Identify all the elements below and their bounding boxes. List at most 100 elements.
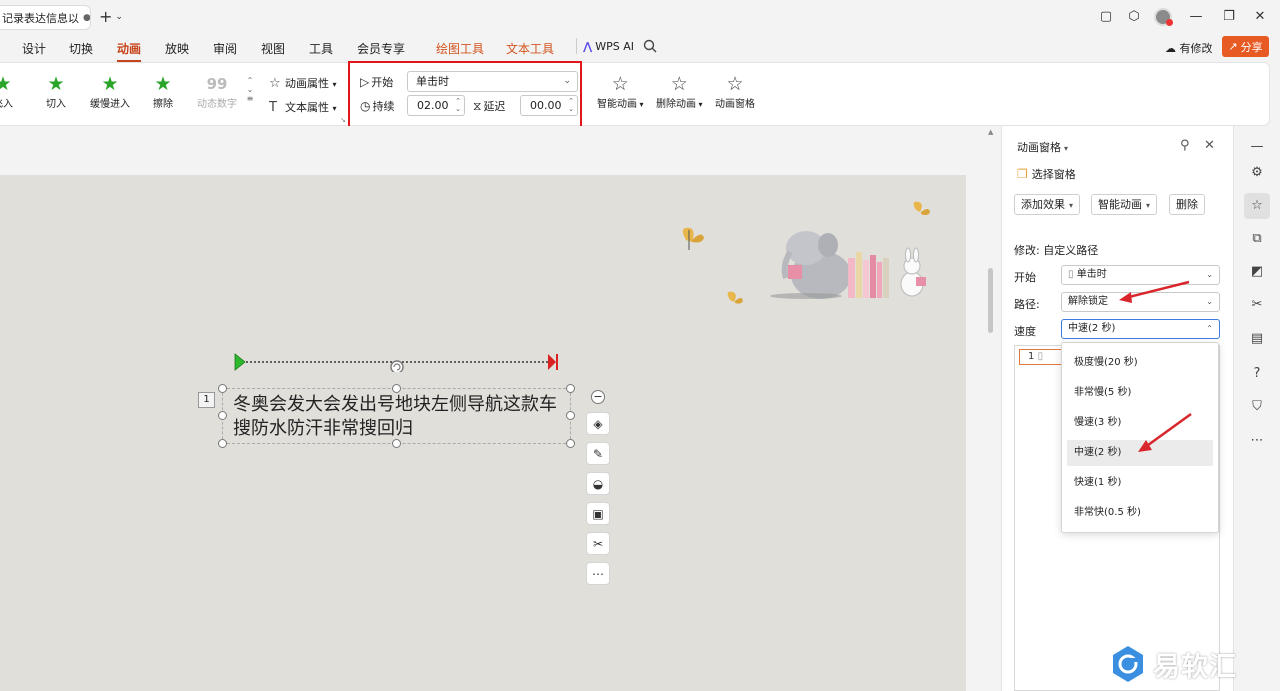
restore-icon[interactable]: ❐ [1220, 8, 1238, 26]
star-outline-icon: ☆ [269, 76, 281, 91]
animation-order-badge[interactable]: 1 [198, 392, 215, 408]
pane-smart-animation-button[interactable]: 智能动画 ▾ [1091, 194, 1158, 215]
resize-handle[interactable] [218, 439, 227, 448]
document-tab[interactable]: 记录表达信息以 ● [0, 5, 91, 30]
menu-text-tools[interactable]: 文本工具 [506, 40, 554, 57]
menu-review[interactable]: 审阅 [213, 40, 237, 57]
menu-transition[interactable]: 切换 [69, 40, 93, 57]
gallery-scroll[interactable]: ⌃ ⌄ ≡ [245, 76, 255, 103]
tools-icon[interactable]: ✂ [586, 532, 610, 555]
effect-fly-in[interactable]: ★ 飞入 [0, 73, 28, 110]
animation-pane-button[interactable]: ☆ 动画窗格 [715, 73, 755, 110]
menu-slideshow[interactable]: 放映 [165, 40, 189, 57]
pane-start-value: 单击时 [1076, 269, 1107, 280]
frame-icon[interactable]: ▣ [586, 502, 610, 525]
resize-handle[interactable] [392, 439, 401, 448]
dialog-launcher-icon[interactable]: ↘ [340, 116, 346, 124]
close-icon[interactable]: ✕ [1204, 138, 1215, 153]
search-icon[interactable] [643, 39, 657, 53]
effect-cut-in[interactable]: ★ 切入 [31, 73, 81, 110]
star-animation-icon[interactable]: ☆ [1244, 193, 1270, 219]
list-item[interactable]: 1 ▯ [1019, 349, 1063, 365]
chevron-down-icon[interactable]: ⌄ [245, 85, 255, 94]
pane-start-label: 开始 [1014, 271, 1036, 284]
cube-icon[interactable]: ⬡ [1125, 8, 1143, 26]
add-effect-button[interactable]: 添加效果 ▾ [1014, 194, 1081, 215]
effect-dynamic-number[interactable]: 99 动态数字 [192, 73, 242, 110]
effect-wipe[interactable]: ★ 擦除 [138, 73, 188, 110]
more-icon[interactable]: ⋯ [1244, 428, 1270, 454]
ribbon: ★ 飞入 ★ 切入 ★ 缓慢进入 ★ 擦除 99 动态数字 ⌃⌄≡ ☆ 动画属性 ▾ T 文本… [0, 62, 1270, 126]
animation-properties-button[interactable]: ☆ 动画属性 ▾ [269, 75, 337, 91]
pane-delete-button[interactable]: 删除 [1169, 194, 1205, 215]
sparkle-star-icon: ☆ [611, 73, 629, 95]
smart-animation-button[interactable]: ☆ 智能动画 ▾ [597, 73, 644, 110]
resize-handle[interactable] [566, 439, 575, 448]
copy-icon[interactable]: ⧉ [1244, 226, 1270, 252]
menu-drawing-tools[interactable]: 绘图工具 [436, 40, 484, 57]
title-bar: 记录表达信息以 ● + ⌄ ▢ ⬡ — ❐ ✕ [0, 0, 1280, 34]
layers-icon[interactable]: ◈ [586, 412, 610, 435]
resize-handle[interactable] [566, 411, 575, 420]
menu-design[interactable]: 设计 [22, 40, 46, 57]
book-icon[interactable]: ▤ [1244, 326, 1270, 352]
settings-sliders-icon[interactable]: ⚙ [1244, 160, 1270, 186]
unsaved-dot-icon: ● [83, 12, 91, 23]
close-icon[interactable]: ✕ [1251, 8, 1269, 26]
fill-icon[interactable]: ◒ [586, 472, 610, 495]
collapse-icon[interactable]: − [591, 390, 605, 404]
delete-animation-button[interactable]: ☆ 删除动画 ▾ [656, 73, 703, 110]
speed-label: 速度 [1014, 325, 1036, 338]
resize-handle[interactable] [566, 384, 575, 393]
slide-text-box[interactable]: 冬奥会发大会发出号地块左侧导航这款车搜防水防汗非常搜回归 [222, 388, 571, 444]
speed-value: 中速(2 秒) [1068, 323, 1116, 334]
text-properties-button[interactable]: T 文本属性 ▾ [269, 99, 337, 115]
speed-option[interactable]: 非常慢(5 秒) [1067, 380, 1213, 406]
tshirt-icon[interactable]: ⛉ [1244, 394, 1270, 420]
modify-status[interactable]: ☁ 有修改 [1165, 40, 1213, 56]
resize-handle[interactable] [218, 384, 227, 393]
speed-option[interactable]: 非常快(0.5 秒) [1067, 500, 1213, 526]
wps-ai-button[interactable]: ⋀ WPS AI [583, 40, 634, 53]
menu-tools[interactable]: 工具 [309, 40, 333, 57]
scroll-up-icon[interactable]: ▲ [988, 128, 993, 136]
minus-icon[interactable]: — [1244, 134, 1270, 160]
speed-select[interactable]: 中速(2 秒) ⌃ [1061, 319, 1220, 339]
new-tab-button[interactable]: + ⌄ [99, 7, 123, 26]
slide-text[interactable]: 冬奥会发大会发出号地块左侧导航这款车搜防水防汗非常搜回归 [233, 393, 563, 441]
path-label: 路径: [1014, 298, 1040, 311]
list-item-number: 1 [1028, 351, 1035, 362]
pane-title[interactable]: 动画窗格 ▾ [1017, 139, 1068, 155]
pen-icon[interactable]: ✎ [586, 442, 610, 465]
menu-animation[interactable]: 动画 [117, 40, 142, 62]
resize-handle[interactable] [392, 384, 401, 393]
speed-option[interactable]: 快速(1 秒) [1067, 470, 1213, 496]
motion-path[interactable] [234, 352, 560, 372]
pin-icon[interactable]: ⚲ [1180, 138, 1190, 153]
tablet-mode-icon[interactable]: ▢ [1097, 8, 1115, 26]
chevron-down-icon: ▾ [1146, 201, 1151, 210]
select-pane-button[interactable]: ❐ 选择窗格 [1017, 166, 1076, 182]
menu-member[interactable]: 会员专享 [357, 40, 405, 57]
resize-handle[interactable] [218, 411, 227, 420]
menu-view[interactable]: 视图 [261, 40, 285, 57]
effect-slow-enter[interactable]: ★ 缓慢进入 [85, 73, 135, 110]
speed-option[interactable]: 极度慢(20 秒) [1067, 350, 1213, 376]
share-icon: ↗ [1228, 40, 1238, 53]
tools-icon[interactable]: ✂ [1244, 292, 1270, 318]
more-icon[interactable]: ⋯ [586, 562, 610, 585]
gallery-expand-icon[interactable]: ≡ [245, 94, 255, 103]
vertical-scrollbar[interactable] [988, 268, 993, 333]
help-icon[interactable]: ? [1244, 361, 1270, 387]
share-button[interactable]: ↗ 分享 [1222, 36, 1269, 57]
watermark: 易软汇 [1111, 640, 1276, 688]
mouse-icon: ▯ [1068, 269, 1074, 280]
chevron-up-icon[interactable]: ⌃ [245, 76, 255, 85]
chevron-down-icon[interactable]: ⌄ [115, 12, 123, 22]
effect-label: 动态数字 [197, 99, 237, 110]
shape-icon[interactable]: ◩ [1244, 259, 1270, 285]
pane-delete-label: 删除 [1176, 198, 1198, 211]
minimize-icon[interactable]: — [1187, 8, 1205, 26]
avatar[interactable] [1154, 8, 1173, 26]
modify-status-label: 有修改 [1179, 42, 1213, 55]
